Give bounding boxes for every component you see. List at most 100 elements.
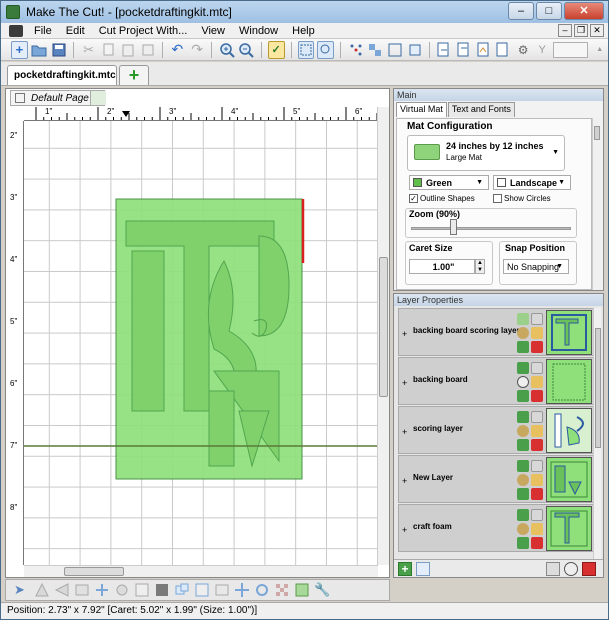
- cut-toggle-icon[interactable]: [517, 474, 529, 486]
- main-panel-scroll-thumb[interactable]: [594, 126, 600, 140]
- pattern-icon[interactable]: [274, 582, 290, 598]
- add-layer-button[interactable]: +: [398, 562, 412, 576]
- lock-icon[interactable]: [531, 523, 543, 535]
- export-icon[interactable]: [456, 41, 473, 59]
- duplicate-layer-button[interactable]: [416, 562, 430, 576]
- document-menu-icon[interactable]: [9, 24, 23, 37]
- move-down-icon[interactable]: [517, 439, 529, 451]
- vertical-scroll-thumb[interactable]: [379, 257, 388, 397]
- close-button[interactable]: ✕: [564, 2, 604, 20]
- expand-icon[interactable]: +: [402, 476, 407, 486]
- grid-icon[interactable]: [531, 509, 543, 521]
- grid-icon[interactable]: [531, 411, 543, 423]
- select-tool-icon[interactable]: [297, 40, 315, 59]
- eye-icon[interactable]: [564, 562, 578, 576]
- delete-all-icon[interactable]: [582, 562, 596, 576]
- mat-size-dropdown[interactable]: 24 inches by 12 inches Large Mat ▼: [407, 135, 565, 171]
- main-panel-scrollbar[interactable]: [592, 118, 601, 290]
- pointer-icon[interactable]: ➤: [14, 582, 30, 598]
- fill-icon[interactable]: [154, 582, 170, 598]
- import-icon[interactable]: [436, 41, 453, 59]
- bar-shape[interactable]: [131, 250, 165, 412]
- menu-view[interactable]: View: [194, 25, 232, 37]
- move-up-icon[interactable]: [517, 460, 529, 472]
- menu-cut-project[interactable]: Cut Project With...: [92, 25, 195, 37]
- cut-icon[interactable]: ✂: [80, 41, 97, 59]
- minimize-button[interactable]: –: [508, 2, 534, 20]
- menu-file[interactable]: File: [27, 25, 59, 37]
- grid-icon[interactable]: [531, 362, 543, 374]
- group-shapes-icon[interactable]: [174, 582, 190, 598]
- maximize-button[interactable]: □: [536, 2, 562, 20]
- paste-icon[interactable]: [120, 41, 137, 59]
- delete-layer-icon[interactable]: [531, 341, 543, 353]
- move-down-icon[interactable]: [517, 537, 529, 549]
- print-icon[interactable]: [495, 41, 512, 59]
- trace-icon[interactable]: [475, 41, 492, 59]
- delete-layer-icon[interactable]: [531, 390, 543, 402]
- tab-text-and-fonts[interactable]: Text and Fonts: [447, 102, 515, 117]
- move-down-icon[interactable]: [517, 390, 529, 402]
- y-coordinate-input[interactable]: [552, 41, 589, 58]
- settings-icon[interactable]: ⚙: [515, 41, 532, 59]
- move-down-icon[interactable]: [517, 341, 529, 353]
- grid-icon[interactable]: [531, 313, 543, 325]
- page-settings-button[interactable]: [90, 91, 106, 105]
- layer-row[interactable]: + backing board scoring layer: [398, 308, 594, 356]
- document-tab[interactable]: pocketdraftingkit.mtc ✕: [7, 65, 126, 85]
- flip-vertical-icon[interactable]: [34, 582, 50, 598]
- lock-icon[interactable]: [531, 425, 543, 437]
- flip-horizontal-icon[interactable]: [54, 582, 70, 598]
- mdi-minimize-button[interactable]: –: [558, 24, 572, 37]
- outline-shapes-option[interactable]: ✓ Outline Shapes: [409, 194, 475, 203]
- menu-window[interactable]: Window: [232, 25, 285, 37]
- arrange-icon[interactable]: [367, 41, 384, 59]
- visibility-icon[interactable]: [517, 376, 529, 388]
- cut-toggle-icon[interactable]: [517, 425, 529, 437]
- layer-row[interactable]: + craft foam: [398, 504, 594, 552]
- redo-icon[interactable]: ↷: [189, 41, 206, 59]
- move-icon[interactable]: [234, 582, 250, 598]
- frame-icon[interactable]: [214, 582, 230, 598]
- zoom-out-icon[interactable]: [238, 41, 255, 59]
- undo-icon[interactable]: ↶: [169, 41, 186, 59]
- shadow-icon[interactable]: [294, 582, 310, 598]
- move-up-icon[interactable]: [517, 313, 529, 325]
- add-document-button[interactable]: +: [119, 65, 149, 85]
- move-up-icon[interactable]: [517, 509, 529, 521]
- zoom-in-icon[interactable]: [218, 41, 235, 59]
- tab-virtual-mat[interactable]: Virtual Mat: [396, 102, 447, 117]
- rotate-icon[interactable]: [254, 582, 270, 598]
- zoom-fit-icon[interactable]: [317, 40, 335, 59]
- cut-toggle-icon[interactable]: [517, 327, 529, 339]
- mat-grid[interactable]: [24, 121, 378, 565]
- move-up-icon[interactable]: [517, 411, 529, 423]
- menu-help[interactable]: Help: [285, 25, 322, 37]
- move-down-icon[interactable]: [517, 488, 529, 500]
- grid-dots-icon[interactable]: [347, 41, 364, 59]
- expand-icon[interactable]: +: [402, 427, 407, 437]
- move-up-icon[interactable]: [517, 362, 529, 374]
- orientation-select[interactable]: Landscape ▼: [493, 175, 571, 190]
- zoom-slider-thumb[interactable]: [450, 219, 457, 235]
- check-icon[interactable]: ✓: [267, 40, 285, 59]
- group-icon[interactable]: [387, 41, 404, 59]
- save-icon[interactable]: [51, 41, 68, 59]
- canvas-vertical-scrollbar[interactable]: [377, 107, 389, 565]
- lock-icon[interactable]: [531, 474, 543, 486]
- stepper-icon[interactable]: ▲: [591, 41, 608, 59]
- outline-shapes-checkbox[interactable]: ✓: [409, 194, 418, 203]
- mat-color-select[interactable]: Green ▼: [409, 175, 489, 190]
- caret-size-input[interactable]: 1.00": [409, 259, 475, 274]
- delete-icon[interactable]: [139, 41, 156, 59]
- menu-edit[interactable]: Edit: [59, 25, 92, 37]
- trash-icon[interactable]: [546, 562, 560, 576]
- horizontal-scroll-thumb[interactable]: [64, 567, 124, 576]
- layer-row[interactable]: + scoring layer: [398, 406, 594, 454]
- expand-icon[interactable]: +: [402, 525, 407, 535]
- grid-icon[interactable]: [531, 460, 543, 472]
- mdi-close-button[interactable]: ✕: [590, 24, 604, 37]
- zoom-slider-track[interactable]: [411, 227, 571, 230]
- weld-icon[interactable]: [114, 582, 130, 598]
- expand-icon[interactable]: +: [402, 329, 407, 339]
